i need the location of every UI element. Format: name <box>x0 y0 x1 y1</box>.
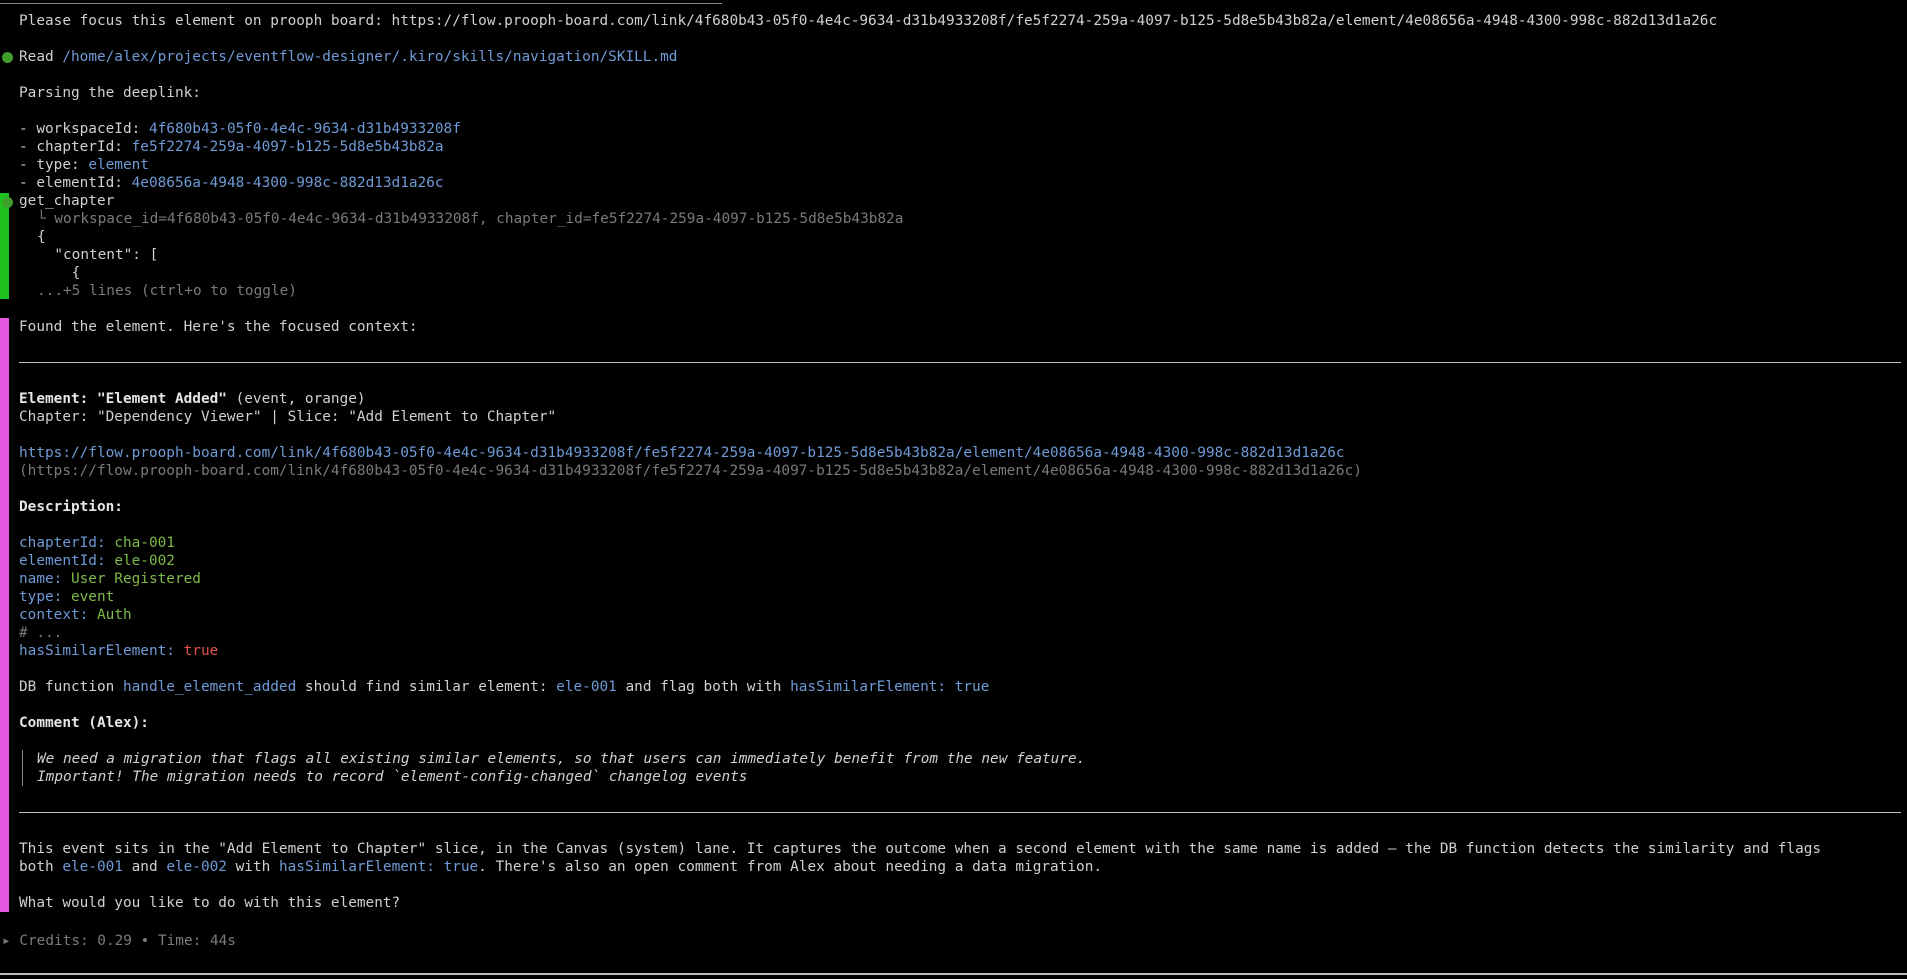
element-title: Element: "Element Added" (event, orange) <box>19 391 366 407</box>
parsed-workspace-id: - workspaceId: 4f680b43-05f0-4e4c-9634-d… <box>19 121 461 137</box>
element-link-raw: (https://flow.prooph-board.com/link/4f68… <box>19 463 1362 479</box>
summary-line-2: both ele-001 and ele-002 with hasSimilar… <box>19 859 1103 875</box>
divider <box>19 812 1901 813</box>
status-dot-icon <box>2 52 13 63</box>
parsed-type: - type: element <box>19 157 149 173</box>
quote-bar <box>22 750 23 786</box>
comment-heading: Comment (Alex): <box>19 715 149 731</box>
yaml-comment: # ... <box>19 625 63 641</box>
tool-call-args: └ workspace_id=4f680b43-05f0-4e4c-9634-d… <box>37 211 904 227</box>
parsed-chapter-id: - chapterId: fe5f2274-259a-4097-b125-5d8… <box>19 139 444 155</box>
yaml-line: type: event <box>19 589 115 605</box>
comment-line: Important! The migration needs to record… <box>37 769 748 785</box>
top-divider <box>0 3 722 4</box>
question: What would you like to do with this elem… <box>19 895 401 911</box>
parsed-element-id: - elementId: 4e08656a-4948-4300-998c-882… <box>19 175 444 191</box>
description-heading: Description: <box>19 499 123 515</box>
response-intro: Found the element. Here's the focused co… <box>19 319 418 335</box>
tool-status-dot-icon <box>2 197 13 208</box>
divider <box>19 362 1901 363</box>
user-prompt: Please focus this element on prooph boar… <box>19 13 1718 29</box>
element-link[interactable]: https://flow.prooph-board.com/link/4f680… <box>19 444 1345 462</box>
bottom-divider <box>0 973 1907 975</box>
read-path[interactable]: /home/alex/projects/eventflow-designer/.… <box>62 49 677 65</box>
yaml-line: chapterId: cha-001 <box>19 535 175 551</box>
response-bar <box>0 318 9 912</box>
tool-output-line: { <box>37 265 81 281</box>
credits-footer[interactable]: ▸ Credits: 0.29 • Time: 44s <box>2 932 236 950</box>
parsing-heading: Parsing the deeplink: <box>19 85 201 101</box>
toggle-hint[interactable]: ...+5 lines (ctrl+o to toggle) <box>37 282 297 300</box>
yaml-line: name: User Registered <box>19 571 201 587</box>
read-tool-line: Read /home/alex/projects/eventflow-desig… <box>19 48 677 66</box>
db-function-line: DB function handle_element_added should … <box>19 679 990 695</box>
expand-arrow-icon: ▸ <box>2 933 11 949</box>
summary-line-1: This event sits in the "Add Element to C… <box>19 841 1822 857</box>
yaml-flag-line: hasSimilarElement: true <box>19 643 219 659</box>
chapter-line: Chapter: "Dependency Viewer" | Slice: "A… <box>19 409 557 425</box>
tool-output-line: { <box>37 229 46 245</box>
tool-call-bar <box>0 193 9 299</box>
comment-line: We need a migration that flags all exist… <box>37 751 1086 767</box>
tool-call-name: get_chapter <box>19 193 115 209</box>
yaml-line: context: Auth <box>19 607 132 623</box>
yaml-line: elementId: ele-002 <box>19 553 175 569</box>
tool-output-line: "content": [ <box>37 247 159 263</box>
read-label: Read <box>19 49 63 65</box>
